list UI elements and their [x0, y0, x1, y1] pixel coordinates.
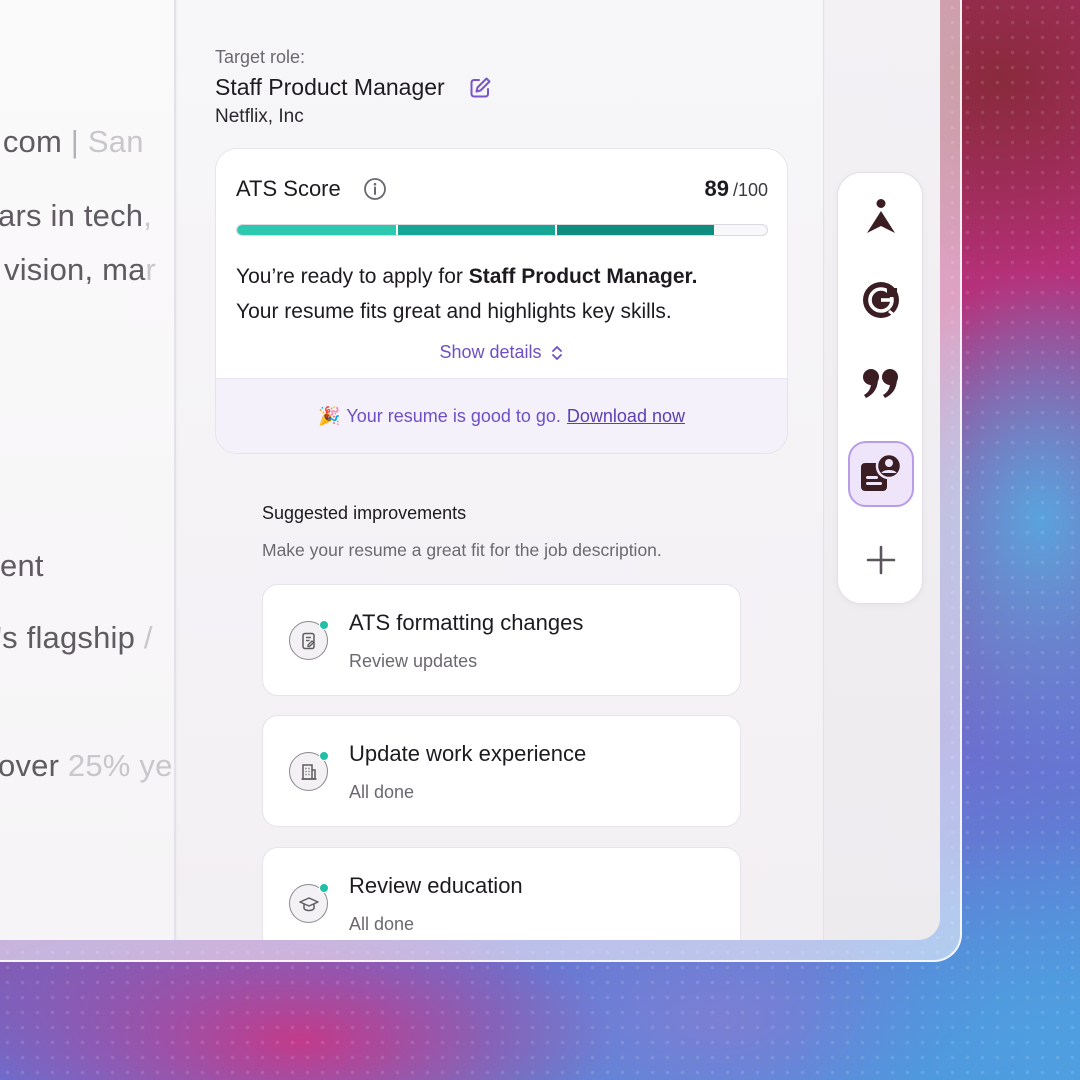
- graduation-cap-icon: [289, 883, 329, 923]
- resume-line: .com | San: [0, 124, 144, 159]
- edit-icon[interactable]: [467, 75, 493, 101]
- document-edit-icon: [289, 620, 329, 660]
- suggestion-name: Review education: [349, 873, 523, 898]
- suggestion-status: All done: [349, 914, 415, 934]
- ats-score-value: 89/100: [704, 176, 768, 202]
- resume-preview: .com | San ars in tech, vision, mar ent …: [0, 0, 176, 940]
- show-details-label: Show details: [439, 342, 542, 362]
- progress-segment: [237, 225, 396, 235]
- plus-icon: [866, 545, 896, 575]
- message-role: Staff Product Manager.: [468, 265, 698, 288]
- info-icon[interactable]: [363, 177, 387, 201]
- ats-progress-fill: [237, 225, 714, 235]
- suggestion-status: Review updates: [349, 651, 478, 671]
- suggestions-subtitle: Make your resume a great fit for the job…: [262, 540, 662, 560]
- ats-score-card: ATS Score 89/100 You’re ready to apply f…: [215, 148, 788, 454]
- resume-line: ent: [0, 548, 44, 583]
- suggestion-card-ats-formatting[interactable]: ATS formatting changes Review updates: [262, 584, 741, 696]
- score-number: 89: [704, 176, 729, 201]
- ats-score-title: ATS Score: [236, 176, 341, 201]
- show-details-button[interactable]: Show details: [216, 342, 787, 363]
- navigator-button[interactable]: [848, 184, 914, 250]
- status-dot: [319, 883, 329, 893]
- ats-message: You’re ready to apply for Staff Product …: [236, 259, 776, 329]
- resume-profile-icon: [861, 453, 903, 491]
- ats-progress-bar: [236, 224, 768, 236]
- quote-icon: [863, 369, 898, 398]
- status-dot: [319, 751, 329, 761]
- resume-line: over 25% ye: [0, 748, 173, 783]
- suggestion-status: All done: [349, 782, 415, 802]
- target-role-row: Staff Product Manager: [215, 74, 493, 101]
- chevron-up-down-icon: [551, 345, 562, 360]
- suggestion-card-education[interactable]: Review education All done: [262, 847, 741, 940]
- app-window: .com | San ars in tech, vision, mar ent …: [0, 0, 940, 940]
- quote-button[interactable]: [848, 351, 914, 417]
- progress-segment: [554, 225, 714, 235]
- grammarly-g-icon: [863, 282, 900, 320]
- status-dot: [319, 620, 329, 630]
- ats-footer: 🎉 Your resume is good to go. Download no…: [216, 378, 787, 453]
- ats-panel: Target role: Staff Product Manager Netfl…: [178, 0, 824, 940]
- message-prefix: You’re ready to apply for: [236, 265, 469, 288]
- suggestion-name: ATS formatting changes: [349, 610, 584, 635]
- message-line-2: Your resume fits great and highlights ke…: [236, 300, 672, 323]
- target-company: Netflix, Inc: [215, 106, 304, 127]
- target-role-title: Staff Product Manager: [215, 74, 445, 100]
- suggestion-name: Update work experience: [349, 741, 587, 766]
- download-now-link[interactable]: Download now: [567, 406, 685, 427]
- score-denominator: /100: [732, 180, 768, 200]
- resume-line: 's flagship /: [0, 620, 153, 655]
- progress-segment: [395, 225, 555, 235]
- add-button[interactable]: [848, 527, 914, 593]
- target-role-label: Target role:: [215, 47, 306, 67]
- grammarly-button[interactable]: [848, 267, 914, 333]
- suggestions-title: Suggested improvements: [262, 503, 467, 523]
- party-popper-icon: 🎉: [318, 405, 341, 426]
- navigator-icon: [867, 199, 895, 233]
- side-toolbar: [837, 172, 923, 604]
- building-icon: [289, 751, 329, 791]
- resume-line: ars in tech,: [0, 198, 153, 233]
- footer-text: Your resume is good to go.: [346, 405, 561, 426]
- resume-profile-button[interactable]: [848, 441, 914, 507]
- suggestion-card-work-experience[interactable]: Update work experience All done: [262, 715, 741, 827]
- resume-line: vision, mar: [4, 252, 157, 287]
